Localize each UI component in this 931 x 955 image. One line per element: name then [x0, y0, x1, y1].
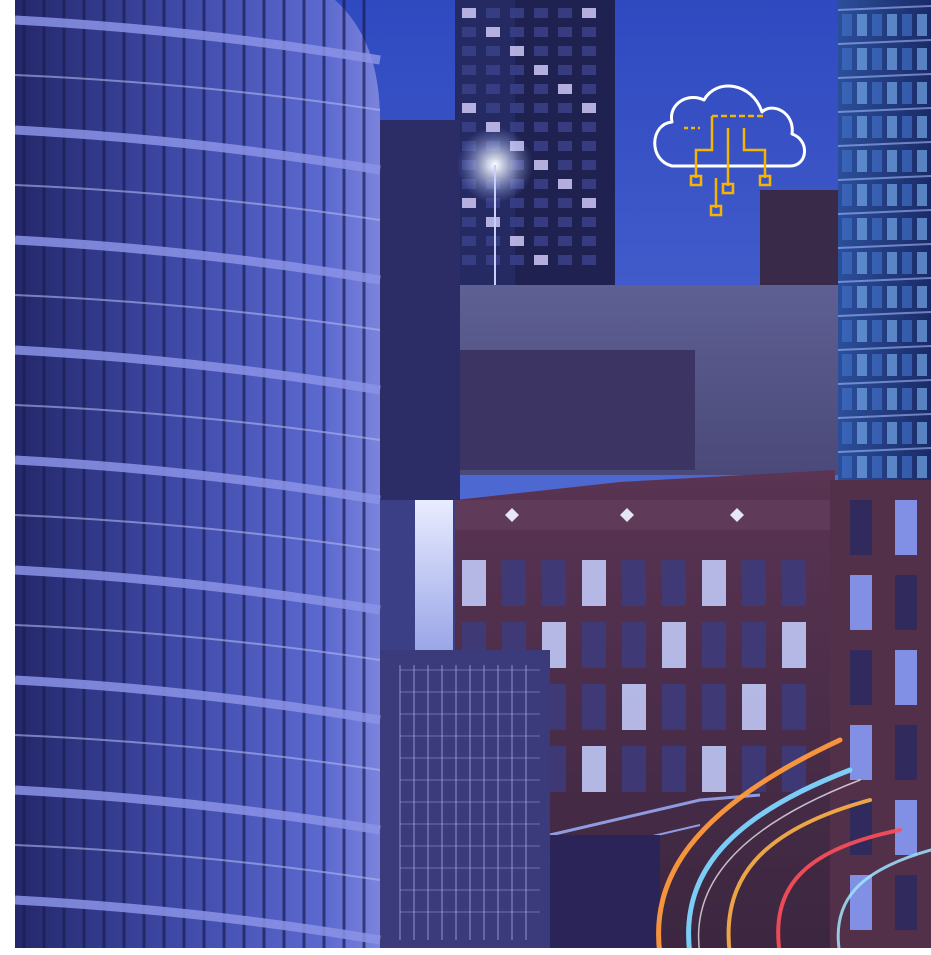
- curved-glass-tower: [14, 0, 381, 955]
- left-margin: [0, 0, 15, 955]
- right-brick-tower: [760, 190, 840, 290]
- right-glass-tower: [837, 0, 931, 490]
- right-brick-building: [830, 480, 931, 955]
- concrete-building: [440, 285, 840, 475]
- city-night-photo: [0, 0, 931, 955]
- bottom-edge: [0, 948, 931, 955]
